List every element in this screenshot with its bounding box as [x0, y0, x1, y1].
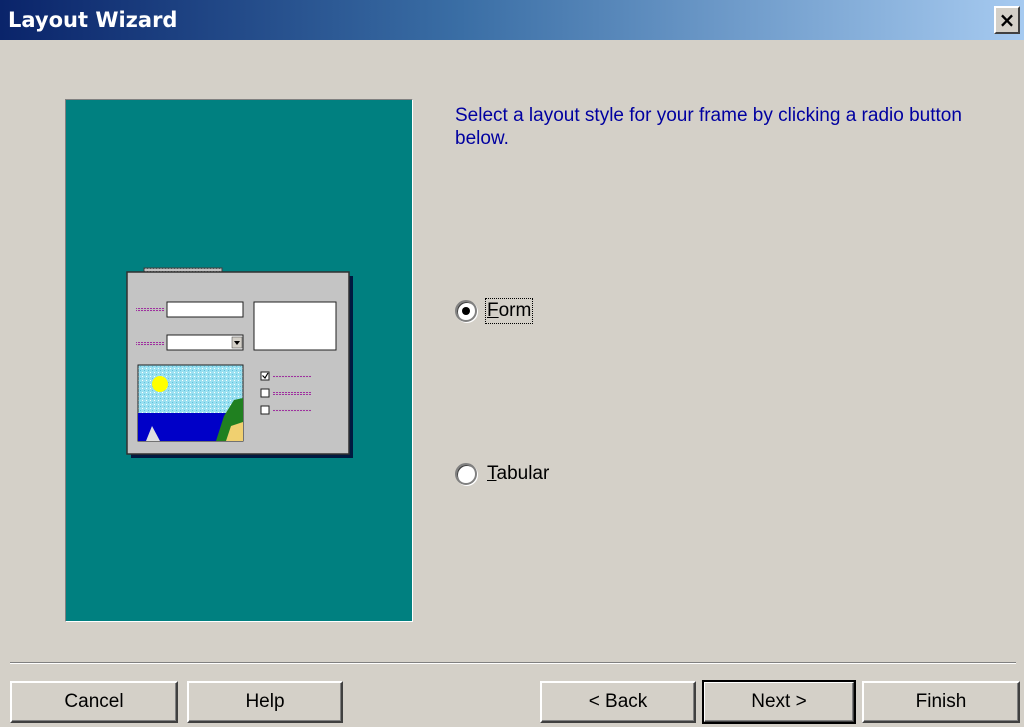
- radio-tabular-label[interactable]: Tabular: [487, 463, 549, 485]
- title-bar[interactable]: Layout Wizard ×: [0, 0, 1024, 40]
- back-button[interactable]: < Back: [540, 681, 696, 723]
- close-icon: ×: [998, 8, 1016, 32]
- radio-button-icon[interactable]: [455, 300, 477, 322]
- instruction-text: Select a layout style for your frame by …: [455, 105, 962, 149]
- form-layout-illustration: [126, 267, 353, 458]
- layout-wizard-window: Layout Wizard × Select a layout style fo…: [0, 0, 1024, 727]
- help-button[interactable]: Help: [187, 681, 343, 723]
- radio-form-label[interactable]: Form: [484, 298, 534, 324]
- radio-form[interactable]: Form: [455, 298, 534, 324]
- close-button[interactable]: ×: [994, 6, 1020, 34]
- separator-line: [10, 662, 1016, 664]
- cancel-button[interactable]: Cancel: [10, 681, 178, 723]
- next-button[interactable]: Next >: [702, 680, 856, 724]
- finish-button[interactable]: Finish: [862, 681, 1020, 723]
- layout-preview-panel: [65, 99, 413, 622]
- radio-tabular[interactable]: Tabular: [455, 463, 549, 485]
- radio-button-icon[interactable]: [455, 463, 477, 485]
- window-title: Layout Wizard: [8, 8, 178, 32]
- radio-selected-dot: [462, 307, 470, 315]
